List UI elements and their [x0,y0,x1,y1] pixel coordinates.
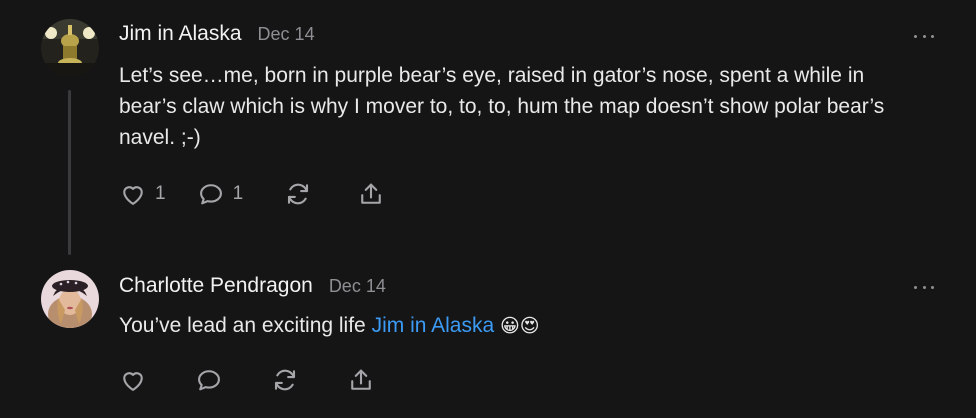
like-count: 1 [155,183,166,204]
comment-actions: 1 1 [119,180,385,208]
more-dots-icon[interactable] [914,282,934,292]
like-button[interactable]: 1 [119,180,166,208]
author-name[interactable]: Charlotte Pendragon [119,274,313,298]
comment-text: You’ve lead an exciting life Jim in Alas… [119,310,919,342]
comment-header: Charlotte Pendragon Dec 14 [119,274,386,298]
restack-button[interactable] [271,366,299,394]
avatar[interactable] [41,270,99,328]
share-upload-icon [351,369,371,390]
speech-bubble-icon [199,184,222,205]
share-upload-icon [361,183,381,204]
like-button[interactable] [119,366,147,394]
share-button[interactable] [357,180,385,208]
reply-button[interactable]: 1 [197,180,244,208]
comment-header: Jim in Alaska Dec 14 [119,22,315,46]
comment-date[interactable]: Dec 14 [258,24,315,45]
restack-arrows-icon [288,183,309,205]
restack-arrows-icon [274,369,296,391]
comment-charlotte-pendragon: Charlotte Pendragon Dec 14 You’ve lead a… [0,258,976,418]
more-dots-icon[interactable] [914,31,934,41]
reply-button[interactable] [195,366,223,394]
restack-button[interactable] [284,180,312,208]
author-name[interactable]: Jim in Alaska [119,22,242,46]
comment-text: Let’s see…me, born in purple bear’s eye,… [119,64,885,149]
heart-icon [123,372,143,391]
comment-jim-in-alaska: Jim in Alaska Dec 14 Let’s see…me, born … [0,0,976,258]
user-mention-link[interactable]: Jim in Alaska [372,314,495,337]
thread-line [68,90,71,255]
speech-bubble-icon [198,370,220,391]
emoji: 😀😍 [499,316,540,337]
share-button[interactable] [347,366,375,394]
comment-actions [119,366,375,394]
avatar[interactable] [41,19,99,77]
heart-icon [123,186,143,205]
comment-text-prefix: You’ve lead an exciting life [119,314,372,337]
reply-count: 1 [232,183,244,204]
comment-date[interactable]: Dec 14 [329,276,386,297]
